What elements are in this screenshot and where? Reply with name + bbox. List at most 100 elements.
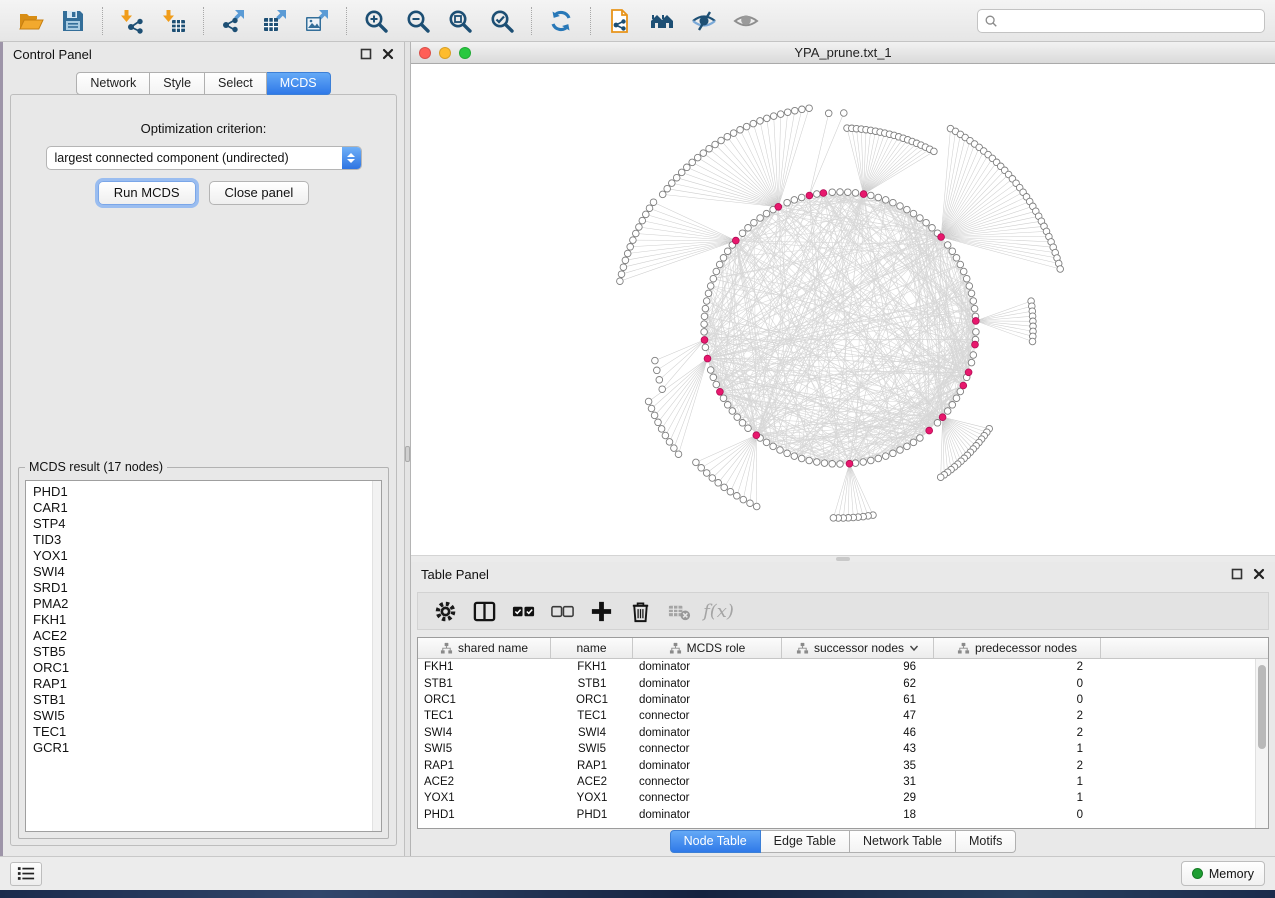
- cell-predecessor-nodes: 2: [934, 661, 1101, 673]
- column-header-predecessor-nodes[interactable]: predecessor nodes: [934, 638, 1101, 658]
- result-node-item[interactable]: STB1: [33, 692, 381, 708]
- table-row[interactable]: ACE2ACE2connector311: [418, 774, 1255, 790]
- table-row[interactable]: PHD1PHD1dominator180: [418, 807, 1255, 823]
- select-all-columns-icon: [511, 599, 536, 624]
- float-panel-icon[interactable]: [360, 48, 372, 60]
- table-row[interactable]: SWI4SWI4dominator462: [418, 725, 1255, 741]
- close-panel-button[interactable]: Close panel: [209, 181, 310, 205]
- zoom-window-icon[interactable]: [459, 47, 471, 59]
- table-row[interactable]: YOX1YOX1connector291: [418, 790, 1255, 806]
- delete-column-button[interactable]: [623, 595, 658, 627]
- table-tab-motifs[interactable]: Motifs: [956, 830, 1016, 853]
- result-node-item[interactable]: SRD1: [33, 580, 381, 596]
- node-table: shared namenameMCDS rolesuccessor nodesp…: [417, 637, 1269, 829]
- result-node-item[interactable]: YOX1: [33, 548, 381, 564]
- table-row[interactable]: RAP1RAP1dominator352: [418, 757, 1255, 773]
- search-input[interactable]: [1002, 14, 1258, 28]
- minimize-window-icon[interactable]: [439, 47, 451, 59]
- result-node-item[interactable]: SWI4: [33, 564, 381, 580]
- select-all-columns-button[interactable]: [506, 595, 541, 627]
- table-scrollbar[interactable]: [1255, 659, 1268, 828]
- cell-mcds-role: dominator: [633, 809, 782, 821]
- zoom-out-button[interactable]: [397, 4, 439, 38]
- task-history-button[interactable]: [10, 862, 42, 886]
- result-node-item[interactable]: PHD1: [33, 484, 381, 500]
- result-node-item[interactable]: ORC1: [33, 660, 381, 676]
- cell-predecessor-nodes: 0: [934, 809, 1101, 821]
- control-tab-mcds[interactable]: MCDS: [267, 72, 331, 95]
- result-node-item[interactable]: FKH1: [33, 612, 381, 628]
- toggle-columns-button[interactable]: [467, 595, 502, 627]
- refresh-network-button[interactable]: [540, 4, 582, 38]
- float-panel-icon[interactable]: [1231, 568, 1243, 580]
- close-window-icon[interactable]: [419, 47, 431, 59]
- column-header-successor-nodes[interactable]: successor nodes: [782, 638, 934, 658]
- optimization-criterion-select[interactable]: largest connected component (undirected): [46, 146, 362, 170]
- cell-name: FKH1: [551, 661, 633, 673]
- open-file-button[interactable]: [10, 4, 52, 38]
- table-row[interactable]: TEC1TEC1connector472: [418, 708, 1255, 724]
- close-panel-icon[interactable]: [382, 48, 394, 60]
- import-table-button[interactable]: [153, 4, 195, 38]
- control-tab-select[interactable]: Select: [205, 72, 267, 95]
- result-node-item[interactable]: TID3: [33, 532, 381, 548]
- import-network-button[interactable]: [111, 4, 153, 38]
- table-panel-header: Table Panel: [411, 562, 1275, 586]
- save-session-button[interactable]: [52, 4, 94, 38]
- toolbar-button-groups: [10, 4, 767, 38]
- result-node-item[interactable]: STP4: [33, 516, 381, 532]
- close-panel-icon[interactable]: [1253, 568, 1265, 580]
- hide-graphics-details-button[interactable]: [683, 4, 725, 38]
- export-table-button[interactable]: [254, 4, 296, 38]
- horizontal-splitter[interactable]: [411, 555, 1275, 562]
- column-header-shared-name[interactable]: shared name: [418, 638, 551, 658]
- show-graphics-details-button[interactable]: [725, 4, 767, 38]
- table-row[interactable]: SWI5SWI5connector431: [418, 741, 1255, 757]
- memory-button[interactable]: Memory: [1181, 861, 1265, 886]
- zoom-selected-button[interactable]: [481, 4, 523, 38]
- function-builder-button: f(x): [701, 595, 736, 627]
- table-tab-node-table[interactable]: Node Table: [670, 830, 761, 853]
- result-list-scrollbar[interactable]: [372, 481, 381, 831]
- search-field[interactable]: [977, 9, 1265, 33]
- table-settings-button[interactable]: [428, 595, 463, 627]
- table-row[interactable]: FKH1FKH1dominator962: [418, 659, 1255, 675]
- result-node-item[interactable]: RAP1: [33, 676, 381, 692]
- cell-mcds-role: dominator: [633, 661, 782, 673]
- table-panel-title: Table Panel: [421, 567, 489, 582]
- graph-nodes[interactable]: [617, 105, 1064, 521]
- result-node-item[interactable]: PMA2: [33, 596, 381, 612]
- list-icon: [17, 866, 35, 881]
- mcds-result-list[interactable]: PHD1CAR1STP4TID3YOX1SWI4SRD1PMA2FKH1ACE2…: [25, 480, 382, 832]
- houses-button[interactable]: [641, 4, 683, 38]
- export-image-button[interactable]: [296, 4, 338, 38]
- column-header-name[interactable]: name: [551, 638, 633, 658]
- vertical-splitter[interactable]: [404, 42, 411, 856]
- network-graph[interactable]: [411, 64, 1275, 555]
- result-node-item[interactable]: CAR1: [33, 500, 381, 516]
- table-tab-network-table[interactable]: Network Table: [850, 830, 956, 853]
- network-canvas[interactable]: [411, 64, 1275, 555]
- export-network-button[interactable]: [212, 4, 254, 38]
- zoom-fit-button[interactable]: [439, 4, 481, 38]
- network-window-title: YPA_prune.txt_1: [794, 45, 891, 60]
- column-header-mcds-role[interactable]: MCDS role: [633, 638, 782, 658]
- network-and-table-area: YPA_prune.txt_1 Table Panel f(x) shared …: [411, 42, 1275, 856]
- run-mcds-button[interactable]: Run MCDS: [98, 181, 196, 205]
- result-node-item[interactable]: ACE2: [33, 628, 381, 644]
- deselect-all-columns-button[interactable]: [545, 595, 580, 627]
- scrollbar-thumb-icon[interactable]: [1258, 665, 1266, 749]
- result-node-item[interactable]: TEC1: [33, 724, 381, 740]
- control-tab-style[interactable]: Style: [150, 72, 205, 95]
- add-column-button[interactable]: [584, 595, 619, 627]
- result-node-item[interactable]: STB5: [33, 644, 381, 660]
- table-row[interactable]: STB1STB1dominator620: [418, 675, 1255, 691]
- control-tab-network[interactable]: Network: [76, 72, 150, 95]
- cell-name: PHD1: [551, 809, 633, 821]
- network-from-document-button[interactable]: [599, 4, 641, 38]
- table-row[interactable]: ORC1ORC1dominator610: [418, 692, 1255, 708]
- zoom-in-button[interactable]: [355, 4, 397, 38]
- table-tab-edge-table[interactable]: Edge Table: [761, 830, 850, 853]
- result-node-item[interactable]: GCR1: [33, 740, 381, 756]
- result-node-item[interactable]: SWI5: [33, 708, 381, 724]
